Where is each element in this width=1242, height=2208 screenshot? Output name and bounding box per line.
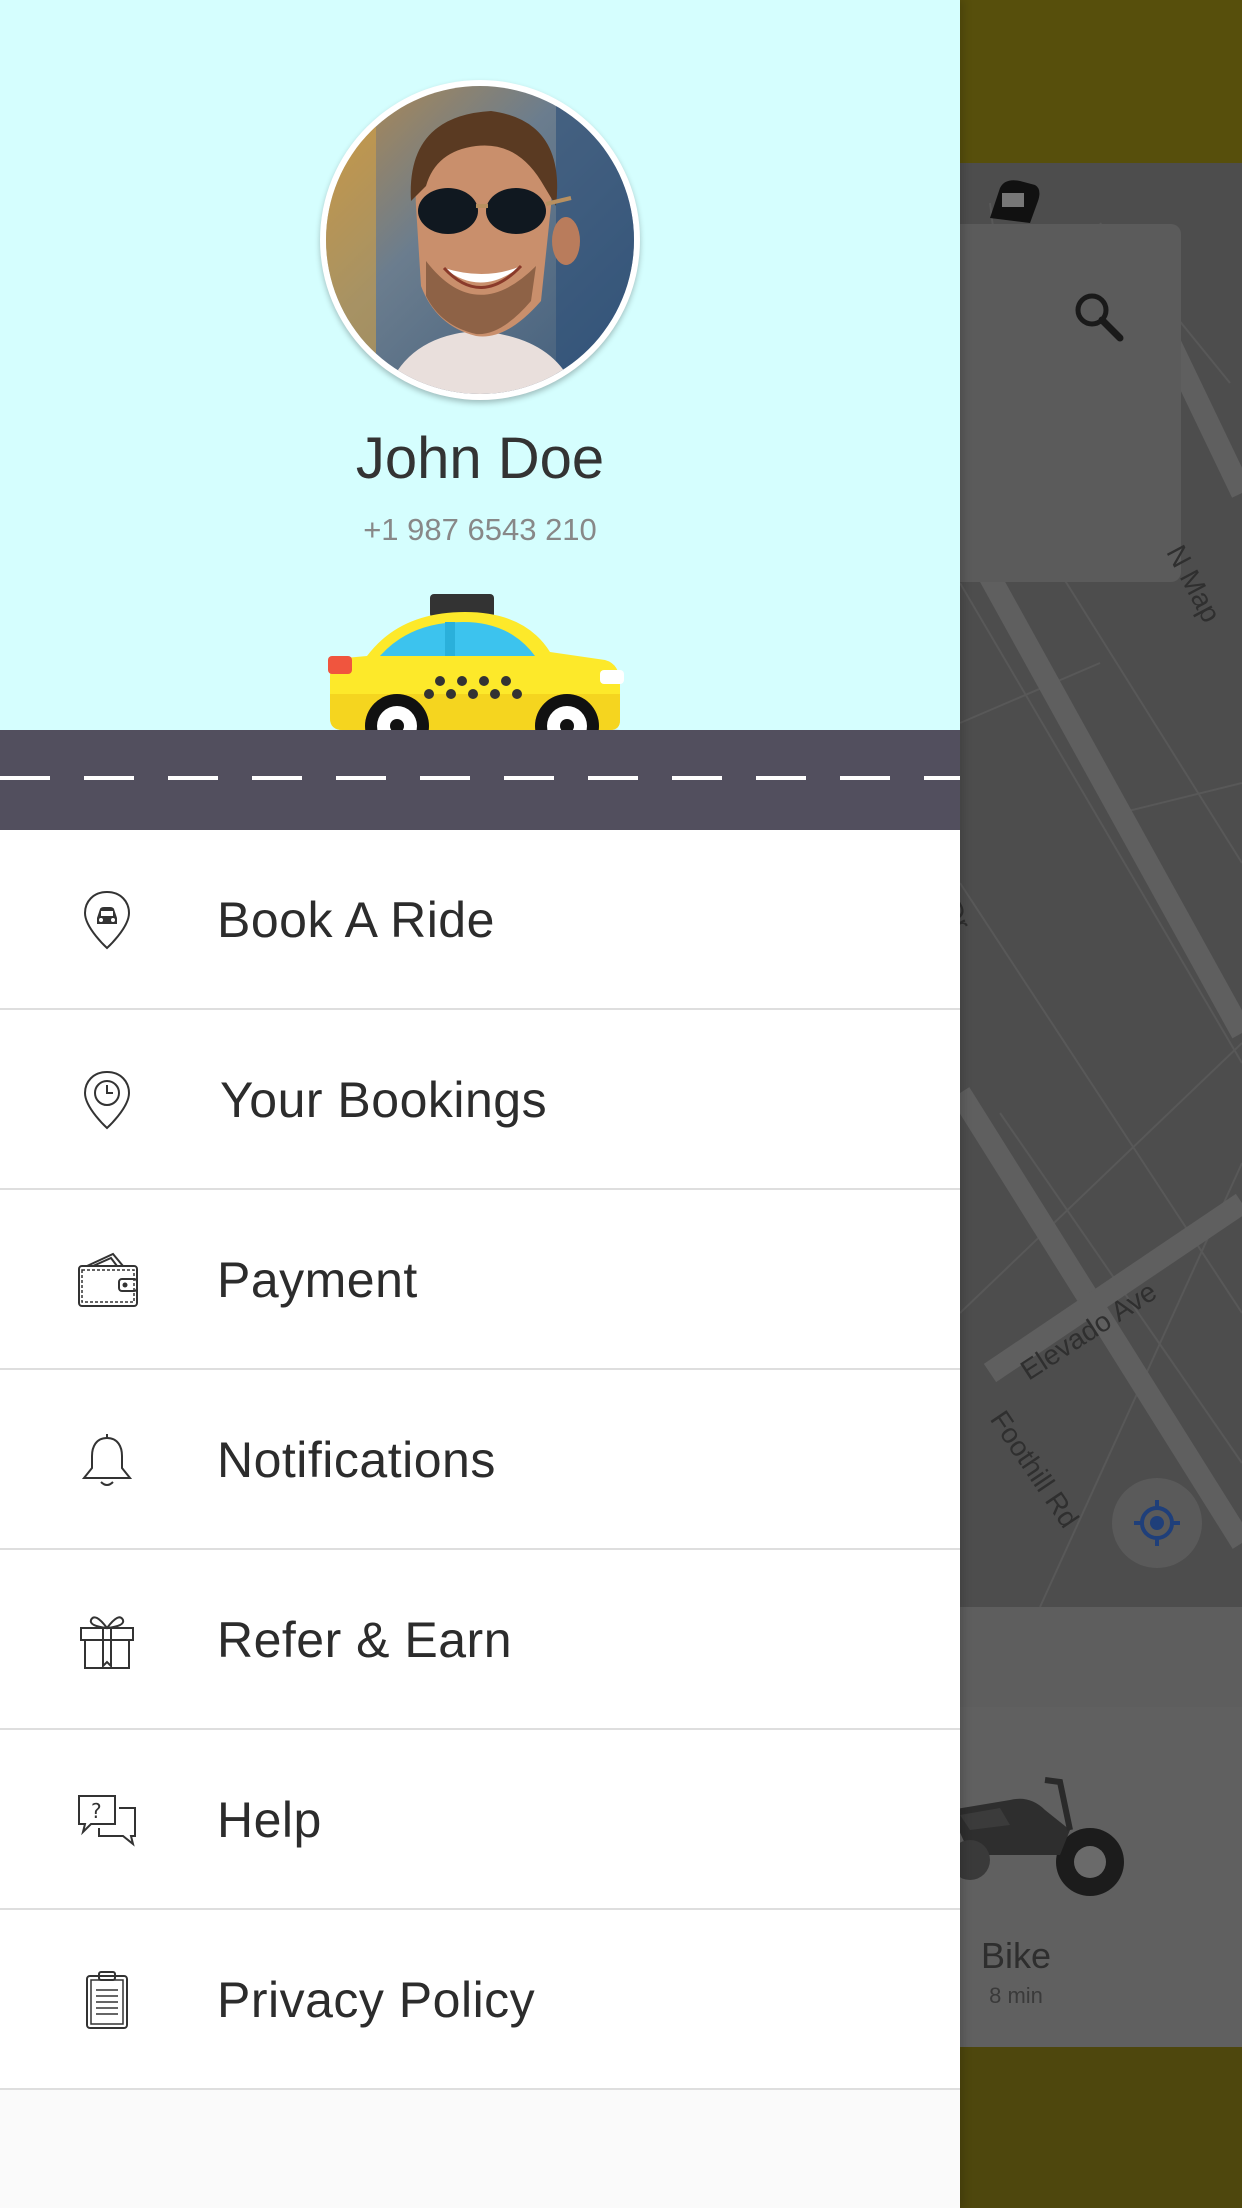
- menu-item-privacy-policy[interactable]: Privacy Policy: [0, 1910, 960, 2090]
- vehicle-label: Bike: [980, 1935, 1052, 1976]
- drawer-header: John Doe +1 987 6543 210: [0, 0, 960, 758]
- menu-item-refer-and-earn[interactable]: Refer & Earn: [0, 1550, 960, 1730]
- menu-item-payment[interactable]: Payment: [0, 1190, 960, 1370]
- menu-item-book-a-ride[interactable]: Book A Ride: [0, 830, 960, 1010]
- menu-item-label: Payment: [217, 1252, 418, 1308]
- menu-item-help[interactable]: ? Help: [0, 1730, 960, 1910]
- menu-item-label: Book A Ride: [217, 892, 495, 948]
- menu-item-label: Notifications: [217, 1432, 496, 1488]
- menu-item-notifications[interactable]: Notifications: [0, 1370, 960, 1550]
- car-pin-icon: [83, 890, 131, 950]
- drawer-menu: Book A Ride Your Bookings Payment Notifi…: [0, 830, 960, 2090]
- crosshair-icon: [1134, 1500, 1180, 1546]
- bike-icon: [950, 1777, 1124, 1896]
- avatar[interactable]: [320, 80, 640, 400]
- search-icon: [1075, 293, 1124, 342]
- bell-icon: [81, 1434, 133, 1486]
- gift-icon: [80, 1616, 134, 1669]
- clock-pin-icon: [83, 1070, 131, 1130]
- wallet-icon: [78, 1252, 138, 1307]
- clipboard-icon: [86, 1971, 128, 2029]
- road-decoration: [0, 730, 960, 830]
- vehicle-eta: 8 min: [989, 1983, 1043, 2008]
- user-name: John Doe: [355, 426, 605, 491]
- menu-item-label: Privacy Policy: [217, 1972, 536, 2028]
- locate-me-button: [1112, 1478, 1202, 1568]
- menu-item-label: Your Bookings: [220, 1072, 548, 1128]
- navigation-drawer: John Doe +1 987 6543 210 Book A Ride You…: [0, 0, 960, 2208]
- menu-item-your-bookings[interactable]: Your Bookings: [0, 1010, 960, 1190]
- user-phone: +1 987 6543 210: [363, 512, 597, 547]
- avatar-photo: [326, 86, 634, 394]
- menu-item-label: Help: [217, 1792, 322, 1848]
- menu-item-label: Refer & Earn: [217, 1612, 513, 1668]
- svg-text:?: ?: [91, 1799, 102, 1823]
- help-chat-icon: ?: [78, 1795, 136, 1847]
